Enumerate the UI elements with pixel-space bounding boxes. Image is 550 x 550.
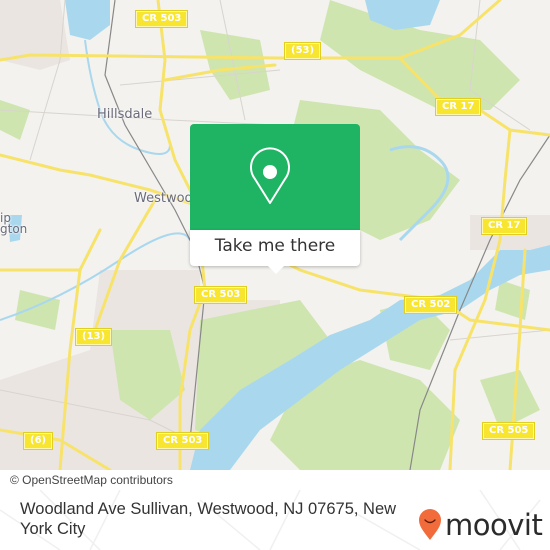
- road-shield-cr503: CR 503: [134, 10, 189, 28]
- road-shield-cr503: CR 503: [193, 286, 248, 304]
- brand-name: moovit: [445, 508, 543, 542]
- road-shield-cr17: CR 17: [434, 98, 482, 116]
- location-address: Woodland Ave Sullivan, Westwood, NJ 0767…: [20, 500, 397, 538]
- footer: Woodland Ave Sullivan, Westwood, NJ 0767…: [0, 490, 550, 550]
- place-label-township-washington: ip gton: [0, 211, 28, 236]
- popup-header: [190, 124, 360, 230]
- road-shield-cr505: CR 505: [481, 422, 536, 440]
- road-shield-cr503: CR 503: [155, 432, 210, 450]
- road-shield-53: (53): [283, 42, 322, 60]
- popup-pointer: [267, 265, 285, 274]
- moovit-pin-icon: [419, 509, 441, 540]
- road-shield-cr17: CR 17: [480, 217, 528, 235]
- road-shield-6: (6): [22, 432, 54, 450]
- road-shield-13: (13): [74, 328, 113, 346]
- map-attribution[interactable]: © OpenStreetMap contributors: [0, 470, 220, 490]
- location-popup: Take me there: [190, 124, 360, 274]
- moovit-logo[interactable]: moovit: [418, 508, 543, 542]
- take-me-there-button[interactable]: Take me there: [190, 230, 360, 266]
- road-shield-cr502: CR 502: [403, 296, 458, 314]
- map-pin-icon: [250, 147, 290, 204]
- map-canvas[interactable]: Hillsdale Westwood ip gton CR 503 (53) C…: [0, 0, 550, 470]
- place-label-hillsdale: Hillsdale: [97, 107, 153, 122]
